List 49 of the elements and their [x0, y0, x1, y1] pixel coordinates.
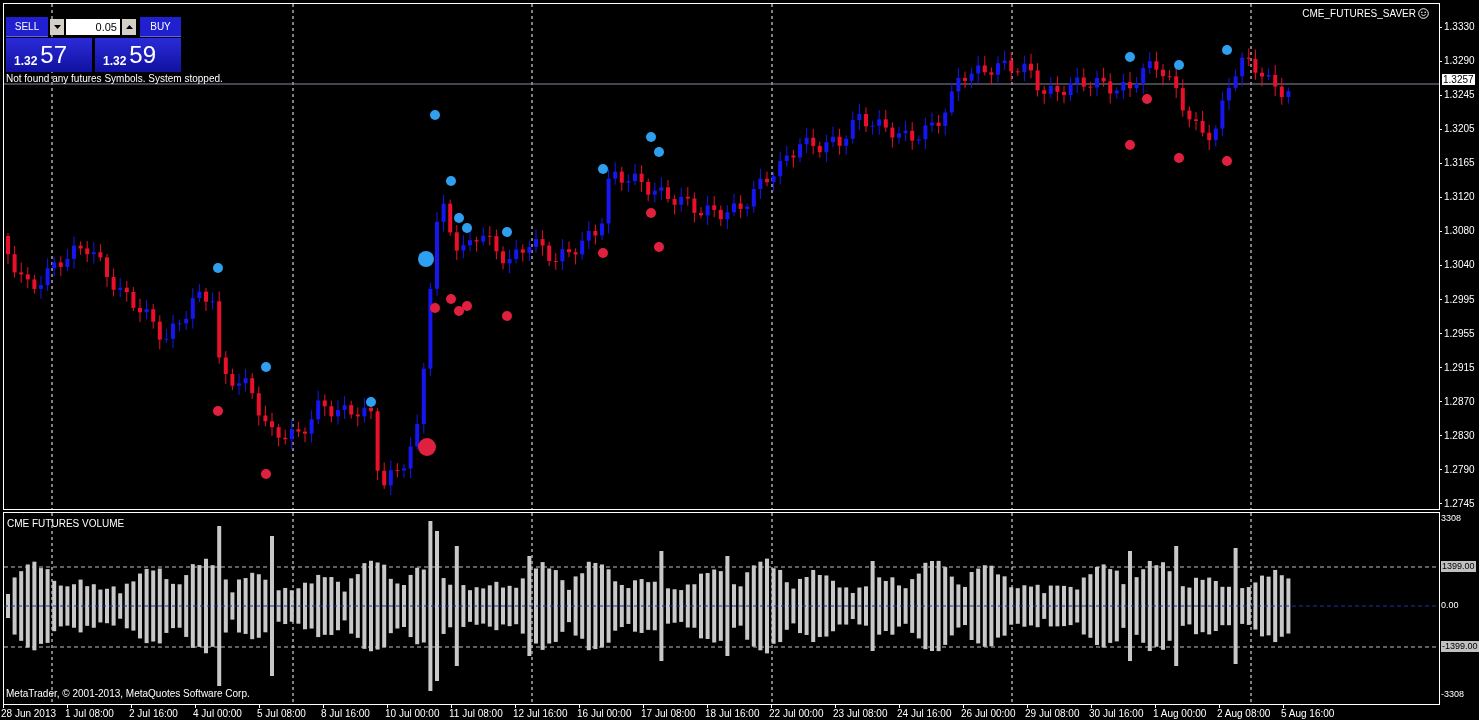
time-axis-label: 1 Aug 00:00 — [1152, 708, 1208, 719]
time-axis-label: 24 Jul 16:00 — [896, 708, 953, 719]
lot-size-field[interactable]: 0.05 — [66, 19, 120, 35]
time-axis-label: 12 Jul 16:00 — [512, 708, 569, 719]
time-axis-label: 29 Jul 08:00 — [1024, 708, 1081, 719]
price-axis-label: 1.2745 — [1444, 497, 1475, 510]
time-axis-label: 4 Jul 00:00 — [192, 708, 243, 719]
price-axis-label: 1.2955 — [1444, 327, 1475, 340]
price-axis-label: 1.3205 — [1444, 123, 1475, 136]
time-axis-label: 10 Jul 00:00 — [384, 708, 441, 719]
price-axis-label: 1.2830 — [1444, 429, 1475, 442]
price-axis-label: 1.2790 — [1444, 463, 1475, 476]
time-axis-label: 18 Jul 16:00 — [704, 708, 761, 719]
price-axis-label: 1.2870 — [1444, 395, 1475, 408]
time-axis-label: 16 Jul 00:00 — [576, 708, 633, 719]
current-price-label: 1.3257 — [1442, 74, 1475, 85]
indicator-axis-label: 1399.00 — [1441, 561, 1476, 572]
time-axis-label: 5 Aug 16:00 — [1280, 708, 1336, 719]
buy-button[interactable]: BUY — [140, 17, 181, 37]
price-axis-label: 1.3120 — [1444, 191, 1475, 204]
sell-button[interactable]: SELL — [6, 17, 48, 37]
price-axis-label: 1.3165 — [1444, 157, 1475, 170]
time-axis-label: 2 Aug 08:00 — [1216, 708, 1272, 719]
time-axis-label: 2 Jul 16:00 — [128, 708, 179, 719]
time-axis-label: 23 Jul 08:00 — [832, 708, 889, 719]
time-axis-label: 22 Jul 00:00 — [768, 708, 825, 719]
price-axis-label: 1.3080 — [1444, 225, 1475, 238]
time-axis-label: 26 Jul 00:00 — [960, 708, 1017, 719]
time-axis-label: 5 Jul 08:00 — [256, 708, 307, 719]
indicator-axis-label: -3308 — [1441, 689, 1465, 700]
price-axis-label: 1.3245 — [1444, 89, 1475, 102]
time-axis-label: 30 Jul 16:00 — [1088, 708, 1145, 719]
price-axis-label: 1.3290 — [1444, 55, 1475, 68]
price-axis-label: 1.2995 — [1444, 293, 1475, 306]
expert-name: CME_FUTURES_SAVER — [1302, 7, 1416, 21]
price-axis-label: 1.3040 — [1444, 259, 1475, 272]
indicator-axis-label: -1399.00 — [1441, 641, 1479, 652]
time-axis-label: 11 Jul 08:00 — [448, 708, 504, 719]
copyright-text: MetaTrader, © 2001-2013, MetaQuotes Software Corp. — [6, 687, 250, 701]
time-axis-label: 17 Jul 08:00 — [640, 708, 697, 719]
time-axis-label: 1 Jul 08:00 — [64, 708, 115, 719]
indicator-title: CME FUTURES VOLUME — [7, 517, 125, 531]
status-message: Not found any futures Symbols. System stopped. — [6, 73, 223, 85]
time-axis-label: 28 Jun 2013 — [0, 708, 58, 719]
time-axis-label: 8 Jul 16:00 — [320, 708, 371, 719]
indicator-axis-label: 0.00 — [1441, 600, 1459, 611]
price-axis-label: 1.2915 — [1444, 361, 1475, 374]
indicator-axis-label: 3308 — [1441, 513, 1462, 524]
price-axis-label: 1.3330 — [1444, 21, 1475, 33]
